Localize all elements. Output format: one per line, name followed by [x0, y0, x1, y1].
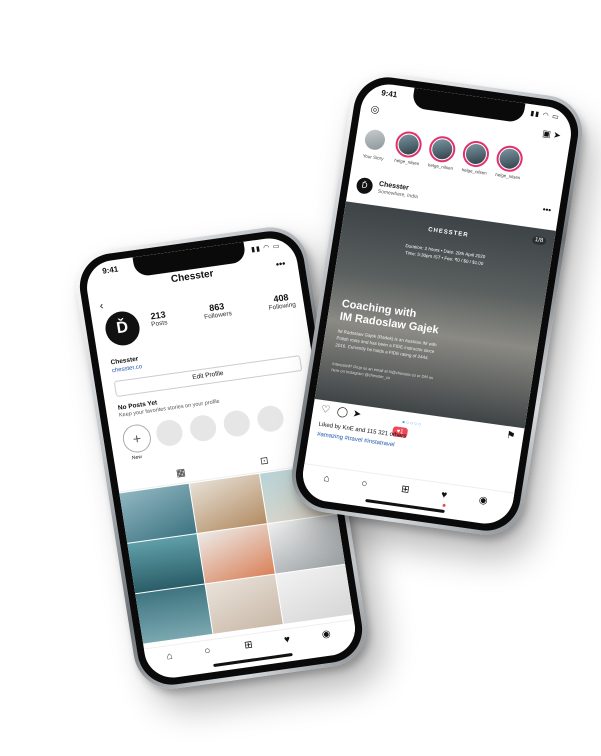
story-name: helge_nilsen [427, 162, 454, 171]
heart-icon[interactable]: ♥ [283, 634, 291, 646]
status-time: 9:41 [101, 264, 119, 276]
story-item[interactable]: helge_nilsen [426, 134, 459, 171]
grid-photo-desk-lamp[interactable] [267, 514, 346, 574]
search-icon[interactable]: ○ [360, 478, 368, 490]
followers-stat[interactable]: 863 Followers [202, 300, 233, 321]
highlight-placeholder [221, 408, 252, 439]
highlight-placeholder [188, 413, 219, 443]
story-name: helge_nilsen [461, 167, 488, 176]
search-icon[interactable]: ○ [204, 645, 212, 657]
bookmark-icon[interactable]: ⚑ [505, 430, 516, 442]
story-name: Your Story [362, 153, 384, 162]
grid-photo[interactable] [275, 564, 354, 624]
profile-stats: 213 Posts 863 Followers 408 Following [149, 291, 297, 328]
post-description-secondary: Interested? Drop us an email at hi@chess… [331, 361, 434, 381]
highlight-placeholder [154, 418, 185, 448]
story-name: helge_nilsen [494, 171, 521, 181]
share-icon[interactable]: ➤ [352, 408, 362, 420]
grid-photo[interactable] [135, 584, 213, 644]
story-item[interactable]: helge_nilsen [393, 129, 426, 167]
story-item[interactable]: helge_nilsen [460, 139, 493, 176]
grid-photo-surfer[interactable] [119, 483, 197, 543]
grid-icon[interactable]: ▦ [175, 467, 186, 479]
add-post-icon[interactable]: ⊞ [400, 484, 410, 496]
story-item[interactable]: helge_nilsen [494, 144, 527, 180]
signal-wifi-battery-icon: ▮▮ ◠ ▭ [250, 242, 282, 254]
story-your-story[interactable]: Your Story [359, 125, 392, 161]
highlight-placeholder [255, 404, 286, 434]
avatar[interactable]: Ď [355, 176, 374, 195]
post-image[interactable]: 1/8 CHESSTER Duration: 2 hours • Date: 2… [314, 201, 556, 429]
camera-icon[interactable]: ◎ [370, 104, 380, 116]
igtv-direct-icons: ▣ ➤ [542, 128, 562, 141]
direct-send-icon[interactable]: ➤ [553, 130, 562, 141]
chevron-left-icon[interactable]: ‹ [99, 300, 105, 312]
feed-screen: 9:41 ▮▮ ◠ ▭ ◎ ▣ ➤ Your Story helge_nilse… [299, 80, 575, 528]
home-icon[interactable]: ⌂ [166, 651, 174, 663]
following-stat[interactable]: 408 Following [267, 291, 296, 312]
chesster-logo-icon: Ď [115, 318, 130, 338]
signal-wifi-battery-icon: ▮▮ ◠ ▭ [529, 110, 561, 122]
status-time: 9:41 [380, 88, 398, 100]
heart-filled-icon[interactable]: ♥ [440, 489, 448, 501]
feed-phone: 9:41 ▮▮ ◠ ▭ ◎ ▣ ➤ Your Story helge_nilse… [286, 68, 588, 540]
posts-label: Posts [150, 319, 168, 329]
grid-photo-cabinet[interactable] [189, 473, 267, 533]
profile-avatar-icon[interactable]: ◉ [478, 495, 488, 507]
more-dots-icon[interactable]: ••• [275, 258, 286, 269]
heart-outline-icon[interactable]: ♡ [320, 404, 331, 416]
avatar[interactable]: Ď [103, 309, 143, 348]
grid-photo-wave[interactable] [127, 534, 205, 594]
posts-stat[interactable]: 213 Posts [149, 309, 168, 328]
grid-photo-lamp[interactable] [197, 524, 275, 584]
story-name: helge_nilsen [393, 157, 420, 167]
activity-dot [442, 503, 446, 508]
add-post-icon[interactable]: ⊞ [243, 639, 253, 651]
new-highlight-button[interactable]: + [120, 422, 153, 455]
igtv-icon[interactable]: ▣ [542, 128, 552, 139]
tagged-icon[interactable]: ⊡ [259, 455, 269, 467]
profile-avatar-icon[interactable]: ◉ [321, 628, 331, 640]
comment-icon[interactable]: ◯ [336, 406, 349, 418]
grid-photo[interactable] [205, 574, 283, 634]
new-highlight-label: New [131, 454, 143, 462]
more-dots-icon[interactable]: ••• [542, 205, 552, 215]
plus-icon: + [131, 430, 143, 447]
edit-profile-button[interactable]: Edit Profile [113, 355, 303, 398]
home-icon[interactable]: ⌂ [323, 473, 331, 485]
